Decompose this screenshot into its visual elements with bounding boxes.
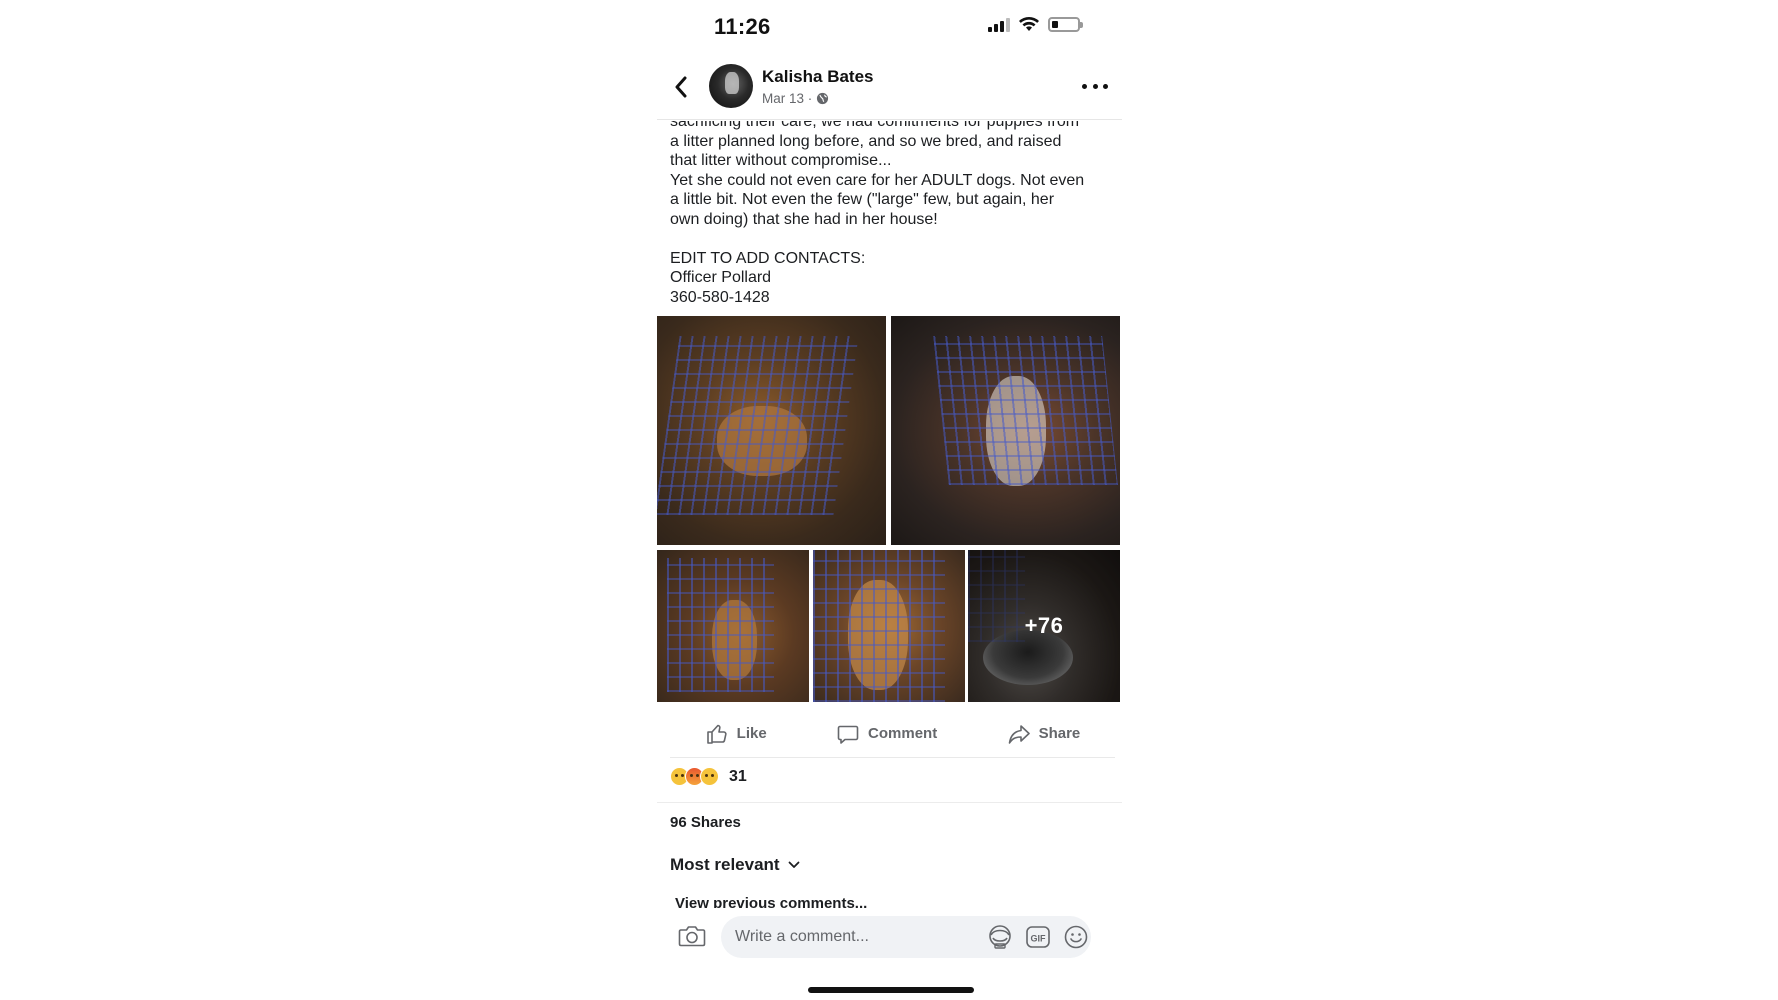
globe-icon (817, 92, 829, 105)
photo-cage (813, 550, 945, 702)
post-header: Kalisha Bates Mar 13 · (657, 60, 1122, 120)
share-arrow-icon (1008, 724, 1030, 744)
chevron-left-icon (675, 76, 687, 98)
back-button[interactable] (669, 72, 693, 102)
comment-label: Comment (868, 725, 938, 742)
battery-icon (1048, 16, 1083, 32)
share-button[interactable]: Share (1007, 722, 1081, 746)
emoji-icon[interactable] (1062, 923, 1090, 951)
more-options-button[interactable] (1082, 76, 1108, 96)
comment-sort-dropdown[interactable]: Most relevant (670, 855, 800, 875)
post-photo-2[interactable] (891, 316, 1120, 545)
svg-text:GIF: GIF (1031, 934, 1047, 944)
chevron-down-icon (788, 861, 799, 868)
divider (657, 802, 1122, 803)
more-dot (1082, 83, 1087, 89)
reactions-summary[interactable]: 31 (670, 767, 747, 786)
post-photo-5[interactable]: +76 (968, 550, 1120, 702)
like-label: Like (736, 725, 767, 742)
photo-cage (657, 336, 859, 515)
more-dot (1103, 83, 1108, 89)
gif-icon[interactable]: GIF (1024, 923, 1052, 951)
sort-label: Most relevant (670, 855, 780, 874)
wifi-icon (1019, 17, 1039, 31)
post-photo-4[interactable] (813, 550, 965, 702)
photo-cage (933, 336, 1118, 485)
more-photos-count: +76 (1024, 613, 1064, 638)
more-dot (1092, 83, 1098, 89)
share-label: Share (1038, 725, 1081, 742)
thumbs-up-icon (706, 724, 727, 744)
shares-count[interactable]: 96 Shares (670, 814, 741, 831)
phone-screen: 11:26 Kalisha Bates Mar 13 · sacrificing… (0, 0, 1778, 1000)
comment-button[interactable]: Comment (836, 722, 937, 746)
photo-cage (667, 558, 774, 692)
status-icons (988, 16, 1083, 32)
action-bar: Like Comment Share (670, 710, 1115, 758)
reaction-emojis (670, 767, 719, 786)
reaction-count: 31 (729, 767, 747, 785)
like-button[interactable]: Like (705, 722, 767, 746)
author-name[interactable]: Kalisha Bates (762, 67, 874, 87)
wow-reaction-icon (700, 767, 719, 786)
cellular-signal-icon (988, 16, 1010, 32)
post-photo-1[interactable] (657, 316, 886, 545)
more-photos-overlay[interactable]: +76 (968, 550, 1120, 702)
post-meta: Mar 13 · (762, 91, 829, 106)
speech-bubble-icon (837, 725, 859, 744)
avatar-sticker-icon[interactable] (986, 923, 1014, 951)
post-text: sacrificing their care, we had comitment… (670, 121, 1085, 306)
post-text-container: sacrificing their care, we had comitment… (657, 121, 1122, 311)
comment-composer: GIF (657, 908, 1122, 968)
avatar[interactable] (709, 64, 753, 108)
camera-icon[interactable] (677, 921, 707, 951)
home-indicator[interactable] (808, 987, 974, 993)
status-time: 11:26 (714, 14, 771, 39)
post-photo-3[interactable] (657, 550, 809, 702)
post-date: Mar 13 · (762, 91, 813, 106)
